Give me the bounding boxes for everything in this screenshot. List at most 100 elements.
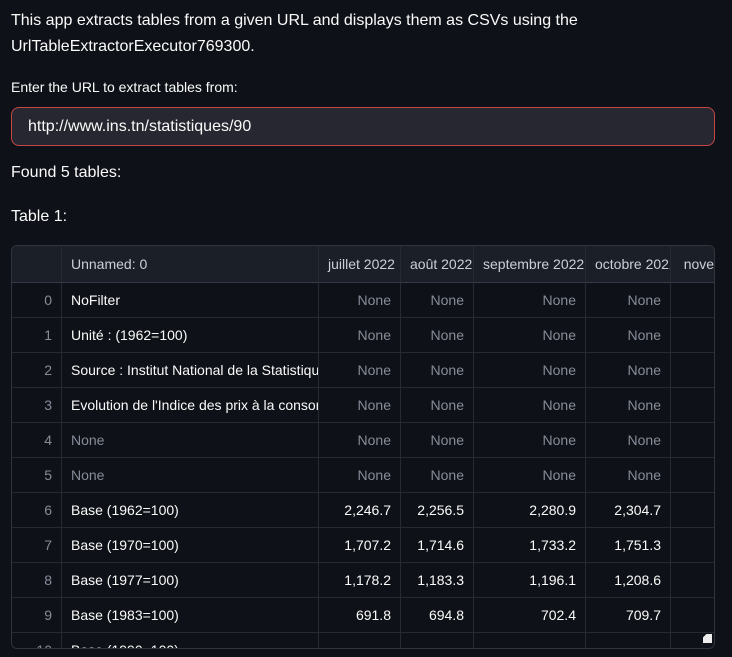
table-cell[interactable]: 694.8 bbox=[401, 598, 474, 633]
table-cell[interactable]: None bbox=[586, 388, 671, 423]
table-cell[interactable]: Base (1990=100) bbox=[62, 633, 319, 649]
table-cell[interactable]: 709.7 bbox=[586, 598, 671, 633]
table-cell[interactable] bbox=[671, 528, 715, 563]
table-cell[interactable] bbox=[671, 388, 715, 423]
table-cell[interactable]: Unité : (1962=100) bbox=[62, 318, 319, 353]
table-cell[interactable] bbox=[671, 423, 715, 458]
table-cell[interactable]: None bbox=[586, 283, 671, 318]
table-cell[interactable] bbox=[474, 633, 586, 649]
table-cell[interactable]: 5 bbox=[12, 458, 62, 493]
table-cell[interactable] bbox=[671, 283, 715, 318]
table-cell[interactable]: None bbox=[474, 318, 586, 353]
table-cell[interactable]: None bbox=[401, 388, 474, 423]
table-cell[interactable]: 6 bbox=[12, 493, 62, 528]
table-cell[interactable]: 2 bbox=[12, 353, 62, 388]
table-cell[interactable]: Base (1970=100) bbox=[62, 528, 319, 563]
column-header[interactable]: septembre 2022 bbox=[474, 246, 586, 283]
dataframe[interactable]: Unnamed: 0juillet 2022août 2022septembre… bbox=[11, 245, 715, 649]
table-cell[interactable]: None bbox=[62, 458, 319, 493]
table-cell[interactable] bbox=[671, 493, 715, 528]
table-cell[interactable]: None bbox=[319, 458, 401, 493]
table-cell[interactable]: 1,733.2 bbox=[474, 528, 586, 563]
table-cell[interactable]: None bbox=[319, 423, 401, 458]
table-cell[interactable] bbox=[671, 598, 715, 633]
table-cell[interactable]: 10 bbox=[12, 633, 62, 649]
table-cell[interactable]: 691.8 bbox=[319, 598, 401, 633]
table-row: 0NoFilterNoneNoneNoneNone bbox=[12, 283, 714, 318]
table-cell[interactable]: 8 bbox=[12, 563, 62, 598]
table-cell[interactable]: None bbox=[319, 283, 401, 318]
table-row: 3Evolution de l'Indice des prix à la con… bbox=[12, 388, 714, 423]
table-cell[interactable]: None bbox=[319, 353, 401, 388]
table-cell[interactable]: 1,707.2 bbox=[319, 528, 401, 563]
table-row: 5NoneNoneNoneNoneNone bbox=[12, 458, 714, 493]
table-cell[interactable]: 0 bbox=[12, 283, 62, 318]
table-cell[interactable]: 1,183.3 bbox=[401, 563, 474, 598]
table-cell[interactable]: None bbox=[474, 388, 586, 423]
url-input[interactable] bbox=[11, 107, 715, 146]
table-cell[interactable]: Base (1983=100) bbox=[62, 598, 319, 633]
table-cell[interactable]: None bbox=[401, 283, 474, 318]
app-content: This app extracts tables from a given UR… bbox=[11, 0, 715, 657]
table-cell[interactable]: NoFilter bbox=[62, 283, 319, 318]
table-cell[interactable]: None bbox=[401, 318, 474, 353]
table-cell[interactable]: 1,208.6 bbox=[586, 563, 671, 598]
table-cell[interactable]: 3 bbox=[12, 388, 62, 423]
table-cell[interactable] bbox=[586, 633, 671, 649]
table-cell[interactable]: 1,714.6 bbox=[401, 528, 474, 563]
found-tables-text: Found 5 tables: bbox=[11, 163, 121, 182]
table-row: 1Unité : (1962=100)NoneNoneNoneNone bbox=[12, 318, 714, 353]
column-header[interactable]: juillet 2022 bbox=[319, 246, 401, 283]
table-cell[interactable]: 1,178.2 bbox=[319, 563, 401, 598]
table-cell[interactable]: None bbox=[401, 458, 474, 493]
column-header[interactable]: novembre 2022 bbox=[671, 246, 715, 283]
table-cell[interactable]: None bbox=[401, 423, 474, 458]
table-cell[interactable]: 2,246.7 bbox=[319, 493, 401, 528]
table-cell[interactable]: None bbox=[319, 388, 401, 423]
table-cell[interactable]: None bbox=[474, 283, 586, 318]
table-caption: Table 1: bbox=[11, 207, 67, 226]
table-cell[interactable]: None bbox=[586, 458, 671, 493]
column-header[interactable]: Unnamed: 0 bbox=[62, 246, 319, 283]
table-cell[interactable]: None bbox=[586, 423, 671, 458]
table-row: 2Source : Institut National de la Statis… bbox=[12, 353, 714, 388]
column-header[interactable]: octobre 2022 bbox=[586, 246, 671, 283]
table-cell[interactable] bbox=[671, 563, 715, 598]
table-cell[interactable]: 702.4 bbox=[474, 598, 586, 633]
table-row: 8Base (1977=100)1,178.21,183.31,196.11,2… bbox=[12, 563, 714, 598]
table-cell[interactable]: Base (1977=100) bbox=[62, 563, 319, 598]
table-cell[interactable]: None bbox=[401, 353, 474, 388]
table-row: 10Base (1990=100) bbox=[12, 633, 714, 649]
table-cell[interactable] bbox=[671, 318, 715, 353]
table-cell[interactable]: None bbox=[586, 353, 671, 388]
table-cell[interactable] bbox=[401, 633, 474, 649]
table-cell[interactable]: 1,196.1 bbox=[474, 563, 586, 598]
table-cell[interactable]: Evolution de l'Indice des prix à la cons… bbox=[62, 388, 319, 423]
table-cell[interactable]: None bbox=[474, 353, 586, 388]
table-cell[interactable]: 1,751.3 bbox=[586, 528, 671, 563]
table-cell[interactable]: Base (1962=100) bbox=[62, 493, 319, 528]
table-cell[interactable]: 9 bbox=[12, 598, 62, 633]
table-cell[interactable] bbox=[671, 353, 715, 388]
table-cell[interactable]: 2,280.9 bbox=[474, 493, 586, 528]
table-cell[interactable]: 4 bbox=[12, 423, 62, 458]
table-cell[interactable]: 2,256.5 bbox=[401, 493, 474, 528]
table-cell[interactable] bbox=[319, 633, 401, 649]
table-cell[interactable]: 1 bbox=[12, 318, 62, 353]
table-cell[interactable]: Source : Institut National de la Statist… bbox=[62, 353, 319, 388]
table-cell[interactable]: 2,304.7 bbox=[586, 493, 671, 528]
column-header[interactable] bbox=[12, 246, 62, 283]
table-row: 7Base (1970=100)1,707.21,714.61,733.21,7… bbox=[12, 528, 714, 563]
table-cell[interactable]: None bbox=[319, 318, 401, 353]
column-header[interactable]: août 2022 bbox=[401, 246, 474, 283]
table-cell[interactable]: None bbox=[586, 318, 671, 353]
url-input-label: Enter the URL to extract tables from: bbox=[11, 78, 238, 96]
table-cell[interactable]: None bbox=[474, 423, 586, 458]
table-cell[interactable]: 7 bbox=[12, 528, 62, 563]
table-cell[interactable] bbox=[671, 458, 715, 493]
table-cell[interactable]: None bbox=[62, 423, 319, 458]
table-row: 6Base (1962=100)2,246.72,256.52,280.92,3… bbox=[12, 493, 714, 528]
table-cell[interactable]: None bbox=[474, 458, 586, 493]
table-header-row: Unnamed: 0juillet 2022août 2022septembre… bbox=[12, 246, 714, 283]
app-description: This app extracts tables from a given UR… bbox=[11, 8, 715, 60]
